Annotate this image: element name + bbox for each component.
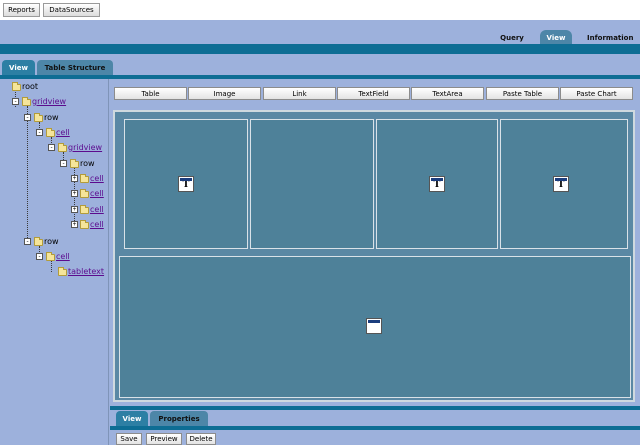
folder-icon	[46, 128, 55, 137]
expand-icon[interactable]: +	[71, 206, 78, 213]
folder-icon	[34, 113, 43, 122]
left-tab-bar: View Table Structure	[0, 60, 640, 75]
tree-node-cell[interactable]: cell	[56, 128, 70, 137]
save-button[interactable]: Save	[116, 433, 142, 445]
grid-cell[interactable]	[250, 119, 374, 249]
collapse-icon[interactable]: -	[12, 98, 19, 105]
delete-button[interactable]: Delete	[186, 433, 216, 445]
folder-icon	[58, 267, 67, 276]
paste-chart-button[interactable]: Paste Chart	[560, 87, 633, 100]
tree-connector	[51, 260, 52, 272]
tree-node-cell[interactable]: cell	[56, 252, 70, 261]
textarea-control-button[interactable]: TextArea	[411, 87, 484, 100]
collapse-icon[interactable]: -	[60, 160, 67, 167]
folder-icon	[58, 143, 67, 152]
collapse-icon[interactable]: -	[36, 253, 43, 260]
grid-cell[interactable]: T	[500, 119, 628, 249]
header-divider	[0, 44, 640, 54]
tree-node-tabletext[interactable]: tabletext	[68, 267, 104, 276]
folder-icon	[70, 159, 79, 168]
collapse-icon[interactable]: -	[24, 238, 31, 245]
tab-properties[interactable]: Properties	[150, 411, 208, 426]
folder-icon	[12, 82, 21, 91]
tree-node-cell[interactable]: cell	[90, 205, 104, 214]
grid-cell[interactable]: T	[124, 119, 248, 249]
tree-node-row[interactable]: row	[80, 159, 95, 168]
expand-icon[interactable]: +	[71, 190, 78, 197]
folder-icon	[22, 97, 31, 106]
tree-node-cell[interactable]: cell	[90, 189, 104, 198]
tree-node-gridview[interactable]: gridview	[32, 97, 66, 106]
collapse-icon[interactable]: -	[36, 129, 43, 136]
tab-table-structure[interactable]: Table Structure	[37, 60, 113, 75]
reports-button[interactable]: Reports	[3, 3, 40, 17]
action-bar: Save Preview Delete	[110, 430, 640, 445]
image-control-button[interactable]: Image	[188, 87, 261, 100]
folder-icon	[80, 189, 89, 198]
folder-icon	[46, 252, 55, 261]
folder-icon	[80, 220, 89, 229]
collapse-icon[interactable]: -	[48, 144, 55, 151]
folder-icon	[34, 237, 43, 246]
tab-tree-view[interactable]: View	[2, 60, 35, 75]
paste-table-button[interactable]: Paste Table	[486, 87, 559, 100]
control-palette: Table Image Link TextField TextArea Past…	[114, 87, 634, 101]
grid-cell[interactable]: T	[376, 119, 498, 249]
tree-node-row[interactable]: row	[44, 113, 59, 122]
link-control-button[interactable]: Link	[263, 87, 336, 100]
collapse-icon[interactable]: -	[24, 114, 31, 121]
table-control-button[interactable]: Table	[114, 87, 187, 100]
tree-node-row[interactable]: row	[44, 237, 59, 246]
tab-bottom-view[interactable]: View	[116, 411, 148, 426]
tree-node-gridview[interactable]: gridview	[68, 143, 102, 152]
expand-icon[interactable]: +	[71, 221, 78, 228]
datasources-button[interactable]: DataSources	[43, 3, 100, 17]
structure-tree: root - gridview - row - cell - gridview …	[0, 79, 109, 445]
grid-cell[interactable]	[119, 256, 631, 398]
text-area-icon[interactable]	[366, 318, 382, 334]
text-field-icon[interactable]: T	[178, 176, 194, 192]
folder-icon	[80, 174, 89, 183]
expand-icon[interactable]: +	[71, 175, 78, 182]
tree-node-cell[interactable]: cell	[90, 174, 104, 183]
text-field-icon[interactable]: T	[553, 176, 569, 192]
tree-connector	[27, 106, 28, 242]
tree-node-root[interactable]: root	[22, 82, 38, 91]
tree-node-cell[interactable]: cell	[90, 220, 104, 229]
preview-button[interactable]: Preview	[146, 433, 182, 445]
bottom-tab-bar: View Properties	[110, 410, 640, 426]
top-toolbar: Reports DataSources	[0, 0, 640, 20]
text-field-icon[interactable]: T	[429, 176, 445, 192]
folder-icon	[80, 205, 89, 214]
textfield-control-button[interactable]: TextField	[337, 87, 410, 100]
layout-canvas[interactable]: T T T	[113, 110, 635, 402]
